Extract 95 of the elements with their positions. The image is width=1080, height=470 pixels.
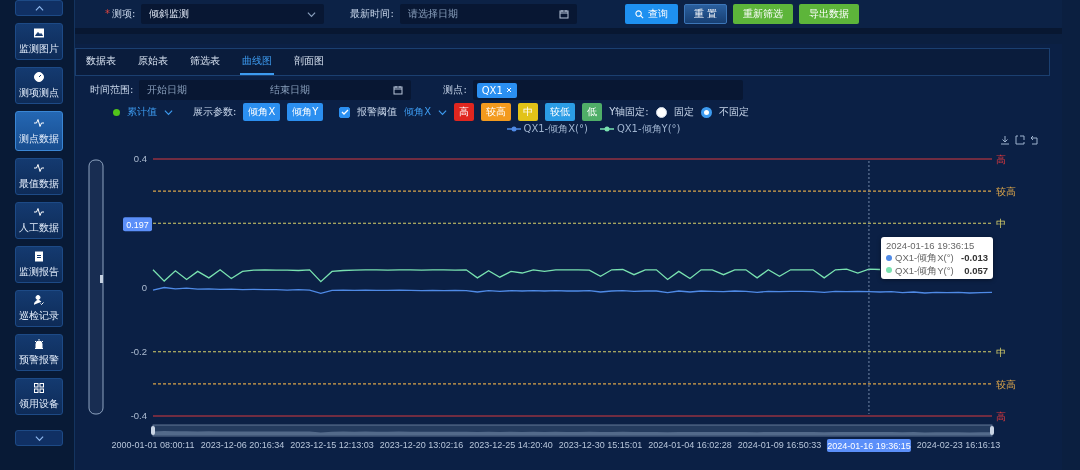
x-axis-label: 2000-01-01 08:00:11 — [111, 440, 195, 450]
level-chip: 中 — [518, 103, 539, 121]
pulse-icon — [33, 206, 45, 218]
alarm-light-icon — [33, 338, 45, 350]
y-pointer-label: 0.197 — [123, 217, 152, 232]
radio-label: 不固定 — [718, 105, 749, 119]
end-date-placeholder: 结束日期 — [270, 83, 311, 97]
horizontal-zoom-slider[interactable] — [151, 424, 994, 437]
restore-icon[interactable] — [1015, 135, 1025, 145]
measure-select[interactable]: 倾斜监测 — [141, 4, 325, 24]
tab[interactable]: 剖面图 — [292, 49, 326, 75]
series-dot — [886, 267, 892, 274]
level-chip: 较高 — [481, 103, 512, 121]
pulse-icon — [33, 162, 45, 174]
x-axis-label: 2023-12-06 20:16:34 — [200, 440, 285, 450]
threshold-label: 中 — [996, 346, 1006, 358]
clipboard-icon — [33, 250, 45, 262]
sidebar-item[interactable]: 测项测点 — [15, 67, 63, 104]
tooltip-series: QX1-倾角Y(°) — [895, 264, 955, 277]
level-chip: 高 — [454, 103, 475, 121]
field-label: * 测项: — [105, 7, 136, 21]
field-label: 展示参数: — [193, 105, 237, 119]
caret-icon — [438, 107, 448, 117]
x-axis-label: 2024-02-23 16:16:13 — [916, 440, 1001, 450]
y-axis-label: 0.4 — [133, 153, 147, 164]
field-label: 时间范围: — [90, 83, 134, 97]
field-label: 测点: — [443, 83, 467, 97]
caret-icon — [34, 433, 44, 443]
radio-label: 固定 — [673, 105, 694, 119]
x-axis-label: 2023-12-30 15:15:01 — [558, 440, 643, 450]
threshold-label: 中 — [996, 218, 1006, 230]
back-icon[interactable] — [1030, 135, 1040, 145]
image-icon — [33, 27, 45, 39]
sidebar-item[interactable]: 测点数据 — [15, 111, 63, 151]
status-dot — [113, 108, 120, 116]
gauge-icon — [33, 71, 45, 83]
sidebar-item[interactable]: 预警报警 — [15, 334, 63, 371]
calendar-icon — [393, 85, 404, 95]
x-pointer-label: 2024-01-16 19:36:15 — [826, 439, 911, 452]
legend-line-icon — [506, 126, 521, 132]
x-axis-label: 2023-12-20 13:02:16 — [379, 440, 464, 450]
threshold-label: 高 — [996, 411, 1006, 422]
checkbox[interactable] — [339, 106, 351, 118]
threshold-label: 较高 — [996, 186, 1016, 198]
tab[interactable]: 曲线图 — [240, 49, 274, 75]
close-icon — [505, 87, 512, 93]
y-axis-label: -0.2 — [130, 345, 147, 357]
sidebar-item[interactable]: 监测图片 — [15, 23, 63, 60]
series-dot — [886, 255, 892, 262]
x-axis-label: 2023-12-25 14:20:40 — [469, 440, 553, 450]
tooltip-value: -0.013 — [961, 252, 988, 264]
y-axis-label: 0 — [141, 281, 147, 293]
action-button[interactable]: 重 置 — [683, 4, 727, 24]
grid-icon — [33, 382, 45, 394]
sidebar-item[interactable]: 最值数据 — [15, 158, 63, 195]
start-date-placeholder: 开始日期 — [147, 83, 188, 97]
tab[interactable]: 筛选表 — [188, 49, 222, 75]
vertical-zoom-slider[interactable] — [88, 159, 104, 415]
sidebar-item[interactable]: 监测报告 — [15, 246, 63, 283]
caret-icon — [34, 3, 44, 13]
alarm-param-select[interactable]: 倾角X — [404, 105, 432, 119]
checkbox-label: 报警阈值 — [357, 105, 398, 119]
level-chip: 低 — [582, 103, 603, 121]
legend-item[interactable]: QX1-倾角X(°) — [506, 122, 588, 136]
tab[interactable]: 原始表 — [136, 49, 170, 75]
threshold-label: 较高 — [996, 378, 1016, 390]
zoom-handle[interactable] — [100, 275, 103, 283]
tooltip-value: 0.057 — [964, 264, 988, 277]
tooltip-series: QX1-倾角X(°) — [895, 252, 955, 264]
caret-icon — [307, 9, 317, 19]
caret-icon — [164, 107, 173, 117]
x-axis-label: 2023-12-15 12:13:03 — [290, 440, 374, 450]
calendar-icon — [558, 9, 569, 19]
sidebar-item[interactable]: 领用设备 — [15, 378, 63, 415]
field-label: 最新时间: — [350, 7, 394, 21]
value-type-select[interactable]: 累计值 — [127, 105, 157, 119]
radio-button[interactable] — [700, 106, 712, 118]
x-axis-label: 2024-01-04 16:02:28 — [648, 440, 732, 450]
tooltip-title: 2024-01-16 19:36:15 — [886, 240, 976, 252]
tab[interactable]: 数据表 — [84, 49, 118, 75]
y-axis-label: -0.4 — [130, 410, 147, 421]
download-icon[interactable] — [1000, 135, 1010, 145]
search-icon — [634, 9, 644, 19]
sidebar-item[interactable]: 人工数据 — [15, 202, 63, 239]
threshold-label: 高 — [996, 154, 1006, 165]
legend-line-icon — [599, 126, 614, 132]
user-check-icon — [33, 294, 45, 306]
legend-item[interactable]: QX1-倾角Y(°) — [599, 122, 681, 136]
date-field[interactable]: 请选择日期 — [399, 4, 577, 24]
x-axis-label: 2024-01-09 16:50:33 — [737, 440, 822, 450]
sidebar-item[interactable]: 巡检记录 — [15, 290, 63, 327]
level-chip: 较低 — [545, 103, 576, 121]
pulse-icon — [33, 116, 45, 129]
field-label: Y轴固定: — [609, 105, 649, 119]
date-range-field[interactable]: 开始日期 结束日期 — [139, 80, 412, 100]
